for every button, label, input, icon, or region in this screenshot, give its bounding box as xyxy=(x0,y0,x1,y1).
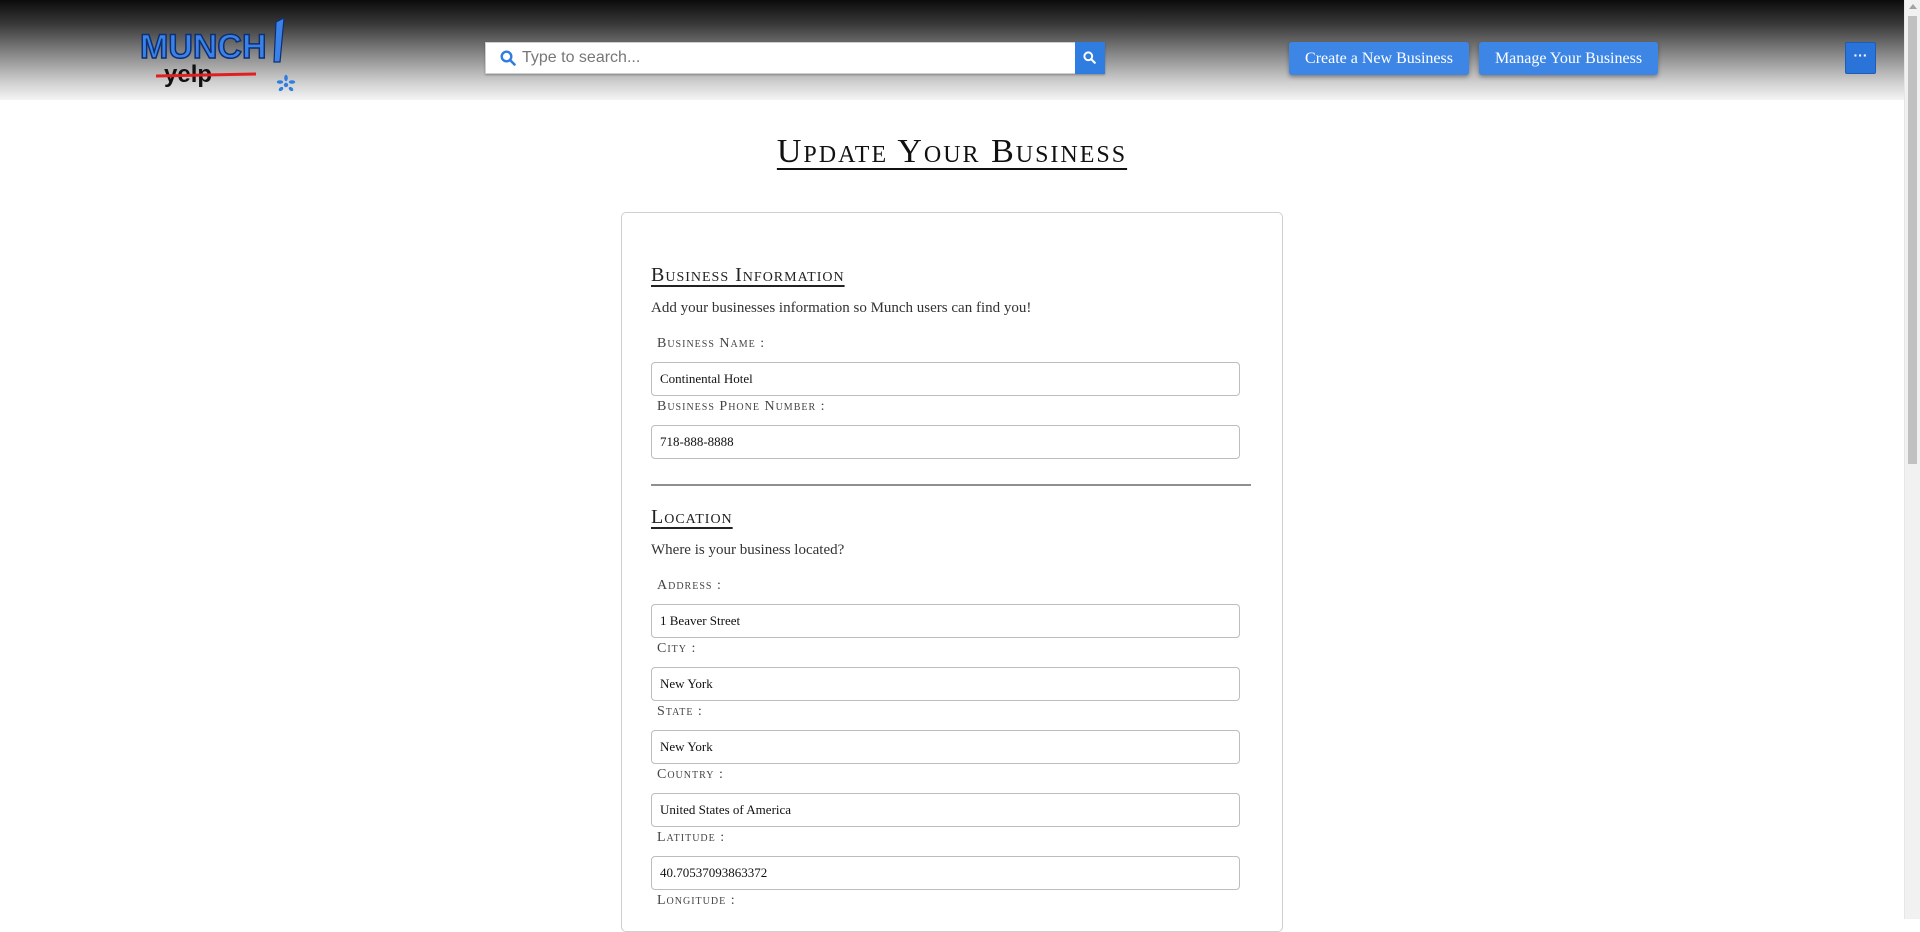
manage-business-button[interactable]: Manage Your Business xyxy=(1479,42,1658,75)
section-divider xyxy=(651,484,1251,486)
state-field[interactable] xyxy=(651,730,1240,764)
page-title: Update Your Business xyxy=(776,133,1128,170)
latitude-field[interactable] xyxy=(651,856,1240,890)
munch-logo-image: MUNCH yelp xyxy=(139,16,296,92)
business-phone-field[interactable] xyxy=(651,425,1240,459)
business-name-label: Business Name : xyxy=(657,336,766,351)
business-information-heading: Business Information xyxy=(651,264,845,286)
asterisk-burst-icon xyxy=(276,74,296,92)
business-name-field[interactable] xyxy=(651,362,1240,396)
search-button-icon xyxy=(1083,51,1096,64)
business-information-description: Add your businesses information so Munch… xyxy=(651,300,1032,316)
scroll-up-arrow-icon[interactable] xyxy=(1909,4,1917,9)
location-description: Where is your business located? xyxy=(651,542,845,558)
munch-logo[interactable]: MUNCH yelp xyxy=(138,16,298,94)
location-heading: Location xyxy=(651,506,733,528)
country-field[interactable] xyxy=(651,793,1240,827)
longitude-label: Longitude : xyxy=(657,893,736,908)
scrollbar-thumb[interactable] xyxy=(1908,16,1917,464)
latitude-label: Latitude : xyxy=(657,830,726,845)
top-header: MUNCH yelp Type to search... Create a Ne… xyxy=(0,0,1904,100)
business-phone-label: Business Phone Number : xyxy=(657,399,826,414)
create-business-button[interactable]: Create a New Business xyxy=(1289,42,1469,75)
city-label: City : xyxy=(657,641,697,656)
search-icon xyxy=(500,50,516,66)
address-label: Address : xyxy=(657,578,722,593)
city-field[interactable] xyxy=(651,667,1240,701)
vertical-scrollbar[interactable] xyxy=(1904,0,1920,919)
logo-strike-line xyxy=(155,72,257,78)
search-submit-button[interactable] xyxy=(1075,42,1105,74)
more-menu-button[interactable]: ··· xyxy=(1845,42,1876,74)
logo-exclamation-mark xyxy=(273,16,285,63)
search-bar xyxy=(485,42,1105,74)
address-field[interactable] xyxy=(651,604,1240,638)
state-label: State : xyxy=(657,704,703,719)
search-input[interactable] xyxy=(522,43,1062,73)
country-label: Country : xyxy=(657,767,724,782)
